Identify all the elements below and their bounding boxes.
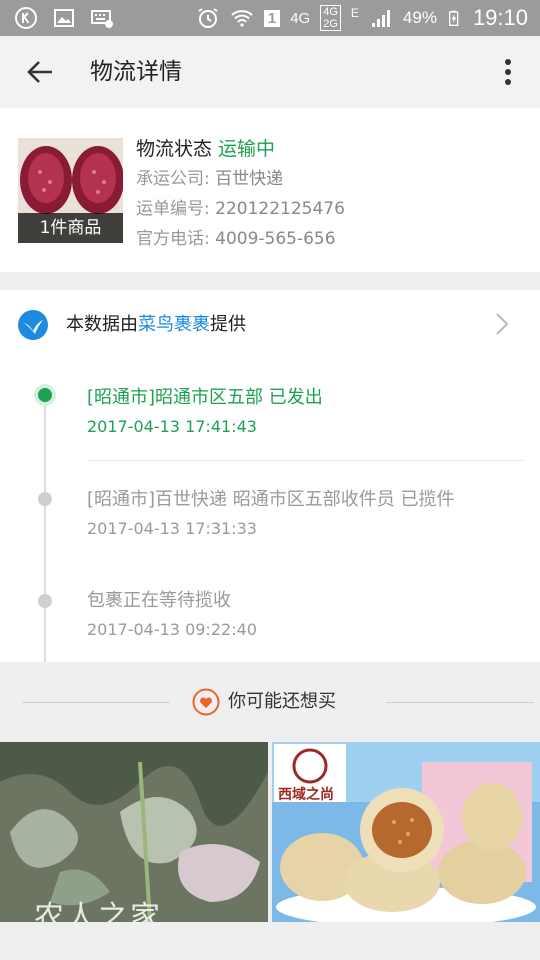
bottom-spacer xyxy=(0,922,540,960)
network-4g-label: 4G xyxy=(323,6,338,18)
event-text: [昭通市]百世快递 昭通市区五部收件员 已揽件 xyxy=(87,489,455,510)
tracking-label: 运单编号: xyxy=(136,199,210,219)
timeline-line xyxy=(44,396,46,662)
carrier-label: 承运公司: xyxy=(136,169,210,189)
app-bar: 物流详情 xyxy=(0,36,540,108)
phone-row: 官方电话: 4009-565-656 xyxy=(136,224,345,254)
timeline-dot-current xyxy=(34,384,56,406)
tracking-number[interactable]: 220122125476 xyxy=(215,199,345,219)
status-bar: 1 4G 4G 2G E 49% 19:10 xyxy=(0,0,540,36)
network-2g-label: 2G xyxy=(323,18,338,30)
timeline-event: [昭通市]百世快递 昭通市区五部收件员 已揽件 2017-04-13 17:31… xyxy=(87,487,455,541)
event-time: 2017-04-13 17:31:33 xyxy=(87,519,257,538)
k-app-icon xyxy=(15,7,37,29)
page-title: 物流详情 xyxy=(90,59,182,85)
product-card[interactable]: 农人之家 xyxy=(0,742,268,922)
item-count-caption: 1件商品 xyxy=(18,213,123,243)
tracking-section: 本数据由菜鸟裹裹提供 [昭通市]昭通市区五部 已发出 2017-04-13 17… xyxy=(0,290,540,662)
product-card[interactable]: 西域之尚 xyxy=(272,742,540,922)
provider-prefix: 本数据由 xyxy=(66,314,138,335)
product-brand-label: 西域之尚 xyxy=(278,787,334,803)
status-value: 运输中 xyxy=(218,138,276,160)
package-details: 物流状态 运输中 承运公司: 百世快递 运单编号: 220122125476 官方… xyxy=(136,134,345,254)
timeline-dot xyxy=(38,594,52,608)
logistics-status-row: 物流状态 运输中 xyxy=(136,134,345,164)
alarm-icon xyxy=(198,8,218,28)
product-thumbnail[interactable]: 1件商品 xyxy=(18,138,123,243)
timeline-event-latest: [昭通市]昭通市区五部 已发出 2017-04-13 17:41:43 xyxy=(87,385,323,439)
network-type-e: E xyxy=(350,6,359,20)
carrier-row: 承运公司: 百世快递 xyxy=(136,164,345,194)
sim-slot-indicator: 1 xyxy=(263,9,281,27)
keyboard-settings-icon xyxy=(91,10,113,28)
event-text: 包裹正在等待揽收 xyxy=(87,590,231,611)
event-time: 2017-04-13 09:22:40 xyxy=(87,620,257,639)
event-time: 2017-04-13 17:41:43 xyxy=(87,417,257,436)
carrier-value: 百世快递 xyxy=(215,169,284,189)
provider-brand: 菜鸟裹裹 xyxy=(138,314,210,335)
tracking-number-row: 运单编号: 220122125476 xyxy=(136,194,345,224)
clock: 19:10 xyxy=(472,5,528,30)
recommendation-header: 你可能还想买 xyxy=(0,662,540,742)
wifi-icon xyxy=(231,10,253,27)
timeline-dot xyxy=(38,492,52,506)
battery-charging-icon xyxy=(448,10,459,26)
chevron-right-icon xyxy=(496,313,509,335)
provider-suffix: 提供 xyxy=(210,314,246,335)
package-info-card: 1件商品 物流状态 运输中 承运公司: 百世快递 运单编号: 2201221254… xyxy=(0,108,540,272)
back-arrow-icon[interactable] xyxy=(22,56,58,88)
more-options-icon[interactable] xyxy=(498,54,518,90)
status-label: 物流状态 xyxy=(136,138,213,160)
phone-label: 官方电话: xyxy=(136,229,210,249)
watermark-text: 农人之家 xyxy=(34,900,162,922)
divider-right xyxy=(386,702,534,703)
event-divider xyxy=(87,460,523,461)
network-dual-indicator: 4G 2G xyxy=(320,5,341,31)
network-type-4g: 4G xyxy=(290,9,311,27)
battery-percent: 49% xyxy=(402,8,437,27)
gallery-icon xyxy=(54,9,74,27)
phone-number[interactable]: 4009-565-656 xyxy=(215,229,335,249)
timeline-event: 包裹正在等待揽收 2017-04-13 09:22:40 xyxy=(87,588,257,642)
heart-circle-icon xyxy=(192,688,220,716)
data-provider-text: 本数据由菜鸟裹裹提供 xyxy=(66,312,246,338)
cainiao-bird-icon xyxy=(18,310,48,340)
dried-figs-image xyxy=(272,742,540,922)
recommendation-title: 你可能还想买 xyxy=(228,691,336,712)
event-text: [昭通市]昭通市区五部 已发出 xyxy=(87,387,323,408)
signal-icon xyxy=(371,10,390,27)
data-provider-row[interactable]: 本数据由菜鸟裹裹提供 xyxy=(0,290,540,358)
divider-left xyxy=(22,702,170,703)
